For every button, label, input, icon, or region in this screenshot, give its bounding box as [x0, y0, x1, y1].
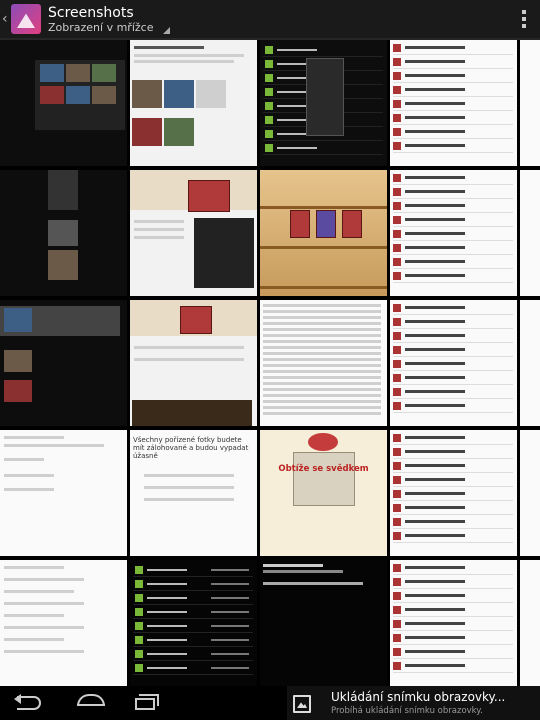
action-bar: ‹ Screenshots Zobrazení v mřížce	[0, 0, 540, 40]
thumbnail[interactable]	[390, 300, 517, 426]
home-icon[interactable]	[77, 694, 105, 708]
thumbnail[interactable]	[520, 40, 540, 166]
thumbnail[interactable]	[0, 300, 127, 426]
backup-notice-text: Všechny pořízené fotky budete mít záloho…	[133, 436, 249, 460]
thumbnail[interactable]	[390, 40, 517, 166]
thumbnail[interactable]: Všechny pořízené fotky budete mít záloho…	[130, 430, 257, 556]
thumbnail[interactable]	[130, 300, 257, 426]
gallery-icon[interactable]	[11, 4, 41, 34]
view-mode-subtitle[interactable]: Zobrazení v mřížce	[48, 21, 153, 35]
thumbnail[interactable]	[0, 40, 127, 166]
thumbnail[interactable]	[390, 560, 517, 686]
thumbnail[interactable]: Obtíže se svědkem	[260, 430, 387, 556]
thumbnail[interactable]	[260, 170, 387, 296]
back-icon[interactable]	[14, 694, 43, 710]
chevron-left-icon[interactable]: ‹	[2, 9, 10, 29]
book-cover-image: Obtíže se svědkem	[260, 430, 387, 556]
notification-subtitle: Probíhá ukládání snímku obrazovky.	[331, 706, 483, 716]
notification-title: Ukládání snímku obrazovky...	[331, 690, 506, 704]
album-title[interactable]: Screenshots	[48, 4, 134, 22]
thumbnail[interactable]	[520, 170, 540, 296]
book-cover-title: Obtíže se svědkem	[278, 464, 369, 474]
thumbnail[interactable]	[0, 430, 127, 556]
thumbnail[interactable]	[130, 40, 257, 166]
thumbnail[interactable]	[260, 40, 387, 166]
screenshot-notification[interactable]: Ukládání snímku obrazovky... Probíhá ukl…	[287, 686, 540, 720]
thumbnail[interactable]	[130, 560, 257, 686]
thumbnail-grid: Všechny pořízené fotky budete mít záloho…	[0, 40, 540, 686]
thumbnail[interactable]	[260, 300, 387, 426]
overflow-menu-icon[interactable]	[522, 10, 526, 28]
thumbnail[interactable]	[390, 170, 517, 296]
thumbnail[interactable]	[0, 170, 127, 296]
thumbnail[interactable]	[520, 300, 540, 426]
thumbnail[interactable]	[260, 560, 387, 686]
dropdown-indicator-icon[interactable]	[163, 27, 170, 34]
thumbnail[interactable]	[0, 560, 127, 686]
recent-apps-icon[interactable]	[135, 694, 159, 710]
thumbnail[interactable]	[520, 430, 540, 556]
image-icon	[293, 695, 311, 713]
thumbnail[interactable]	[390, 430, 517, 556]
thumbnail[interactable]	[130, 170, 257, 296]
thumbnail[interactable]	[520, 560, 540, 686]
